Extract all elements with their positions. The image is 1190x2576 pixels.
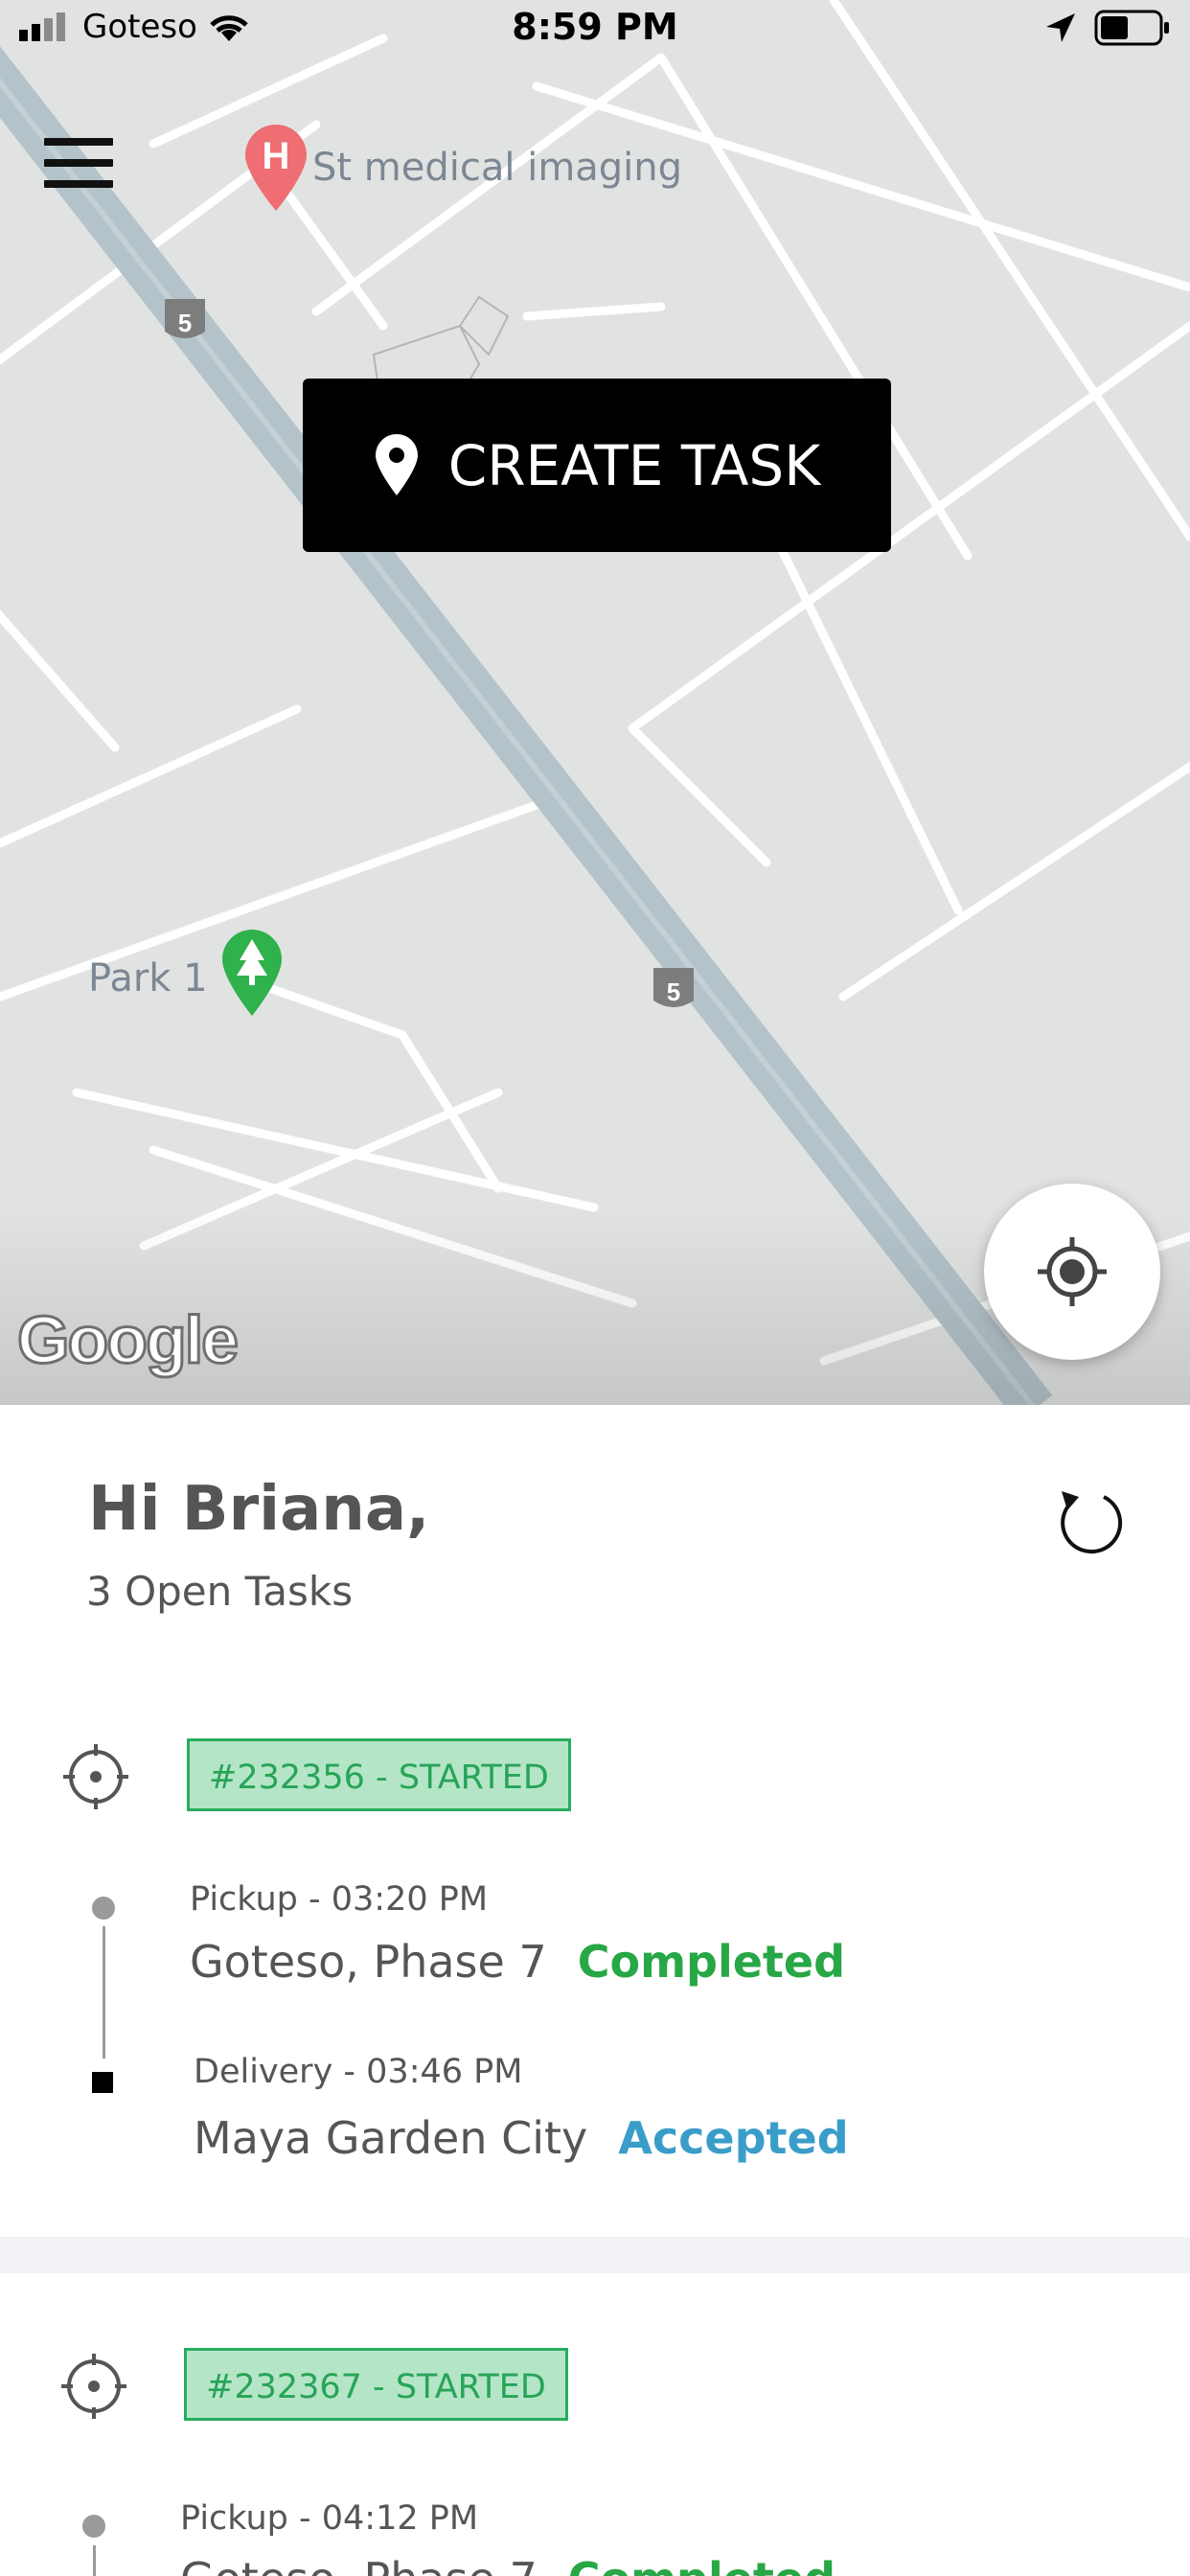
- poi-park-label[interactable]: Park 1: [88, 956, 208, 1000]
- create-task-label: CREATE TASK: [447, 432, 821, 498]
- refresh-icon[interactable]: [1052, 1484, 1129, 1560]
- map-pin-icon: [375, 433, 418, 495]
- pickup-address: Goteso, Phase 7: [180, 2553, 538, 2576]
- park-pin-icon[interactable]: [220, 930, 284, 1018]
- pickup-dot: [82, 2515, 105, 2538]
- delivery-status: Accepted: [618, 2112, 849, 2164]
- crosshair-icon[interactable]: [61, 1742, 130, 1811]
- menu-icon[interactable]: [44, 138, 113, 192]
- delivery-marker: [92, 2072, 113, 2093]
- battery-icon: [1094, 10, 1169, 46]
- location-arrow-icon: [1046, 13, 1075, 42]
- google-attribution: Google: [15, 1301, 240, 1379]
- pickup-dot: [92, 1897, 115, 1920]
- delivery-row: Maya Garden City Accepted: [194, 2112, 849, 2164]
- route-shield-label: 5: [667, 978, 680, 1006]
- crosshair-icon: [1038, 1237, 1107, 1306]
- timeline-line: [93, 2545, 96, 2576]
- menu-icon-bar: [44, 180, 113, 188]
- pickup-status: Completed: [577, 1936, 846, 1988]
- pickup-row: Goteso, Phase 7 Completed: [180, 2553, 835, 2576]
- greeting-title: Hi Briana,: [88, 1474, 430, 1545]
- pickup-time: Pickup - 04:12 PM: [180, 2499, 479, 2538]
- timeline-line: [103, 1926, 105, 2058]
- create-task-button[interactable]: CREATE TASK: [303, 379, 891, 552]
- my-location-button[interactable]: [984, 1184, 1160, 1360]
- delivery-time: Delivery - 03:46 PM: [194, 2053, 523, 2091]
- menu-icon-bar: [44, 138, 113, 146]
- task-status-badge[interactable]: #232367 - STARTED: [184, 2348, 568, 2421]
- status-time: 8:59 PM: [512, 6, 678, 48]
- delivery-address: Maya Garden City: [194, 2112, 588, 2164]
- crosshair-icon[interactable]: [59, 2352, 128, 2421]
- pickup-address: Goteso, Phase 7: [190, 1936, 547, 1988]
- pickup-row: Goteso, Phase 7 Completed: [190, 1936, 845, 1988]
- map-roads: 5 5: [0, 0, 1190, 1405]
- status-bar: Goteso 8:59 PM: [0, 0, 1190, 59]
- map-view[interactable]: 5 5 Goteso 8:59 PM H St medical imaging …: [0, 0, 1190, 1405]
- menu-icon-bar: [44, 159, 113, 167]
- open-tasks-count: 3 Open Tasks: [86, 1568, 354, 1615]
- pickup-status: Completed: [568, 2553, 835, 2576]
- app-root: 5 5 Goteso 8:59 PM H St medical imaging …: [0, 0, 1190, 2576]
- task-status-badge[interactable]: #232356 - STARTED: [187, 1738, 571, 1811]
- pickup-time: Pickup - 03:20 PM: [190, 1880, 489, 1919]
- status-right: [1044, 10, 1171, 46]
- poi-hospital-label[interactable]: St medical imaging: [312, 146, 682, 190]
- svg-text:H: H: [263, 135, 290, 177]
- task-divider: [0, 2237, 1190, 2273]
- route-shield-label: 5: [178, 309, 192, 337]
- hospital-pin-icon[interactable]: H: [243, 125, 309, 213]
